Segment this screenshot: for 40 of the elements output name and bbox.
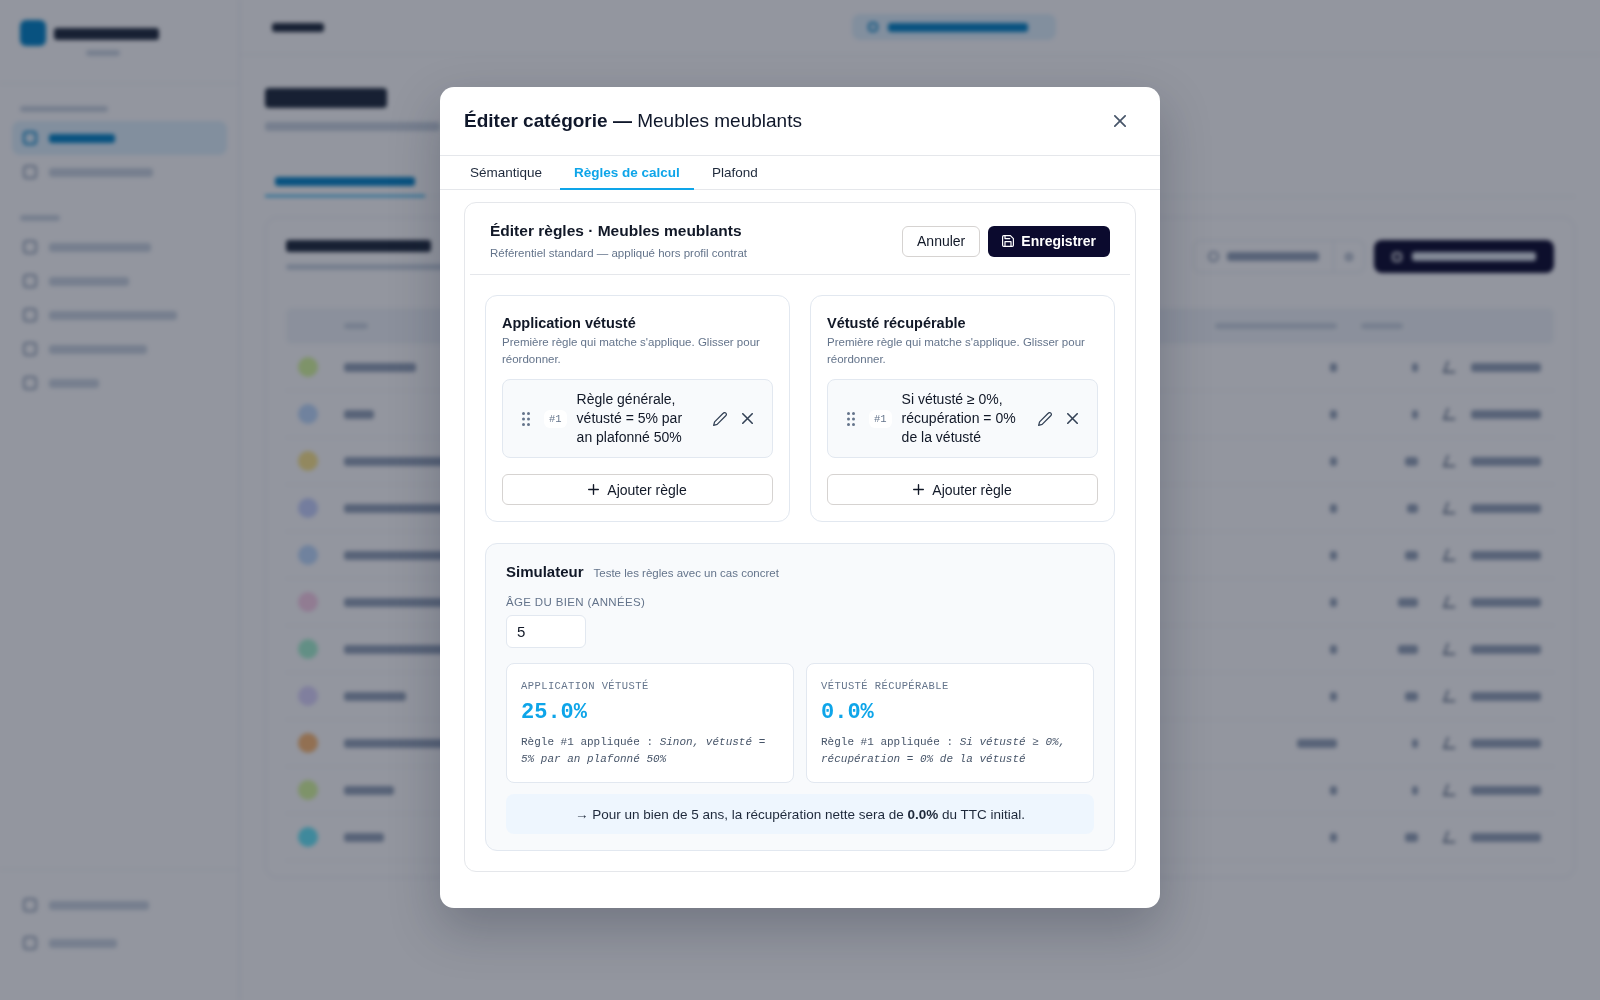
result-detail: Règle #1 appliquée : Si vétusté ≥ 0%, récupération = 0% de la vétusté xyxy=(821,735,1067,767)
pencil-icon[interactable] xyxy=(1038,411,1052,426)
rule-text: Si vétusté ≥ 0%, récupération = 0% de la vétusté xyxy=(901,390,1017,447)
result-detail: Règle #1 appliquée : Sinon, vétusté = 5% par an plafonné 50% xyxy=(521,735,767,767)
x-icon[interactable] xyxy=(1067,413,1078,424)
result-label: APPLICATION VÉTUSTÉ xyxy=(521,679,650,693)
summary-banner: → Pour un bien de 5 ans, la récupération nette sera de 0.0% du TTC initial. xyxy=(506,794,1094,834)
x-icon[interactable] xyxy=(742,413,753,424)
tab[interactable]: Sémantique xyxy=(456,156,557,190)
rule-text: Règle générale, vétusté = 5% par an plafonné 50% xyxy=(576,390,684,447)
drag-handle-icon[interactable] xyxy=(522,411,530,426)
close-icon[interactable] xyxy=(1114,115,1126,127)
plus-icon xyxy=(588,484,600,495)
editor-subtitle: Référentiel standard — appliqué hors profil contrat xyxy=(490,246,747,261)
add-rule-button[interactable]: Ajouter règle xyxy=(827,474,1098,505)
drag-handle-icon[interactable] xyxy=(847,411,855,426)
rule-group-description: Première règle qui matche s'applique. Glisser pour réordonner. xyxy=(502,335,761,367)
rule-group-title: Vétusté récupérable xyxy=(827,314,967,332)
rule-item[interactable]: #1 Règle générale, vétusté = 5% par an plafonné 50% xyxy=(502,379,773,458)
plus-icon xyxy=(913,484,925,495)
cancel-button[interactable]: Annuler xyxy=(902,225,981,257)
rule-number-badge: #1 xyxy=(544,409,567,428)
pencil-icon[interactable] xyxy=(713,411,727,426)
age-label: ÂGE DU BIEN (ANNÉES) xyxy=(506,595,647,609)
age-input[interactable]: 5 xyxy=(506,615,586,648)
result-value: 25.0% xyxy=(521,700,588,726)
rule-item[interactable]: #1 Si vétusté ≥ 0%, récupération = 0% de la vétusté xyxy=(827,379,1098,458)
simulator-title: Simulateur xyxy=(506,562,584,581)
editor-title: Éditer règles · Meubles meublants xyxy=(490,221,743,240)
simulator-subtitle: Teste les règles avec un cas concret xyxy=(593,567,779,579)
rule-group-title: Application vétusté xyxy=(502,314,637,332)
result-value: 0.0% xyxy=(821,700,875,726)
rule-number-badge: #1 xyxy=(869,409,892,428)
rule-group-description: Première règle qui matche s'applique. Glisser pour réordonner. xyxy=(827,335,1086,367)
modal-title: Éditer catégorie — Meubles meublants xyxy=(464,110,802,132)
save-button[interactable]: Enregistrer xyxy=(988,225,1110,257)
tab[interactable]: Plafond xyxy=(697,156,772,190)
save-icon xyxy=(1002,235,1015,247)
add-rule-button[interactable]: Ajouter règle xyxy=(502,474,773,505)
result-label: VÉTUSTÉ RÉCUPÉRABLE xyxy=(821,679,950,693)
